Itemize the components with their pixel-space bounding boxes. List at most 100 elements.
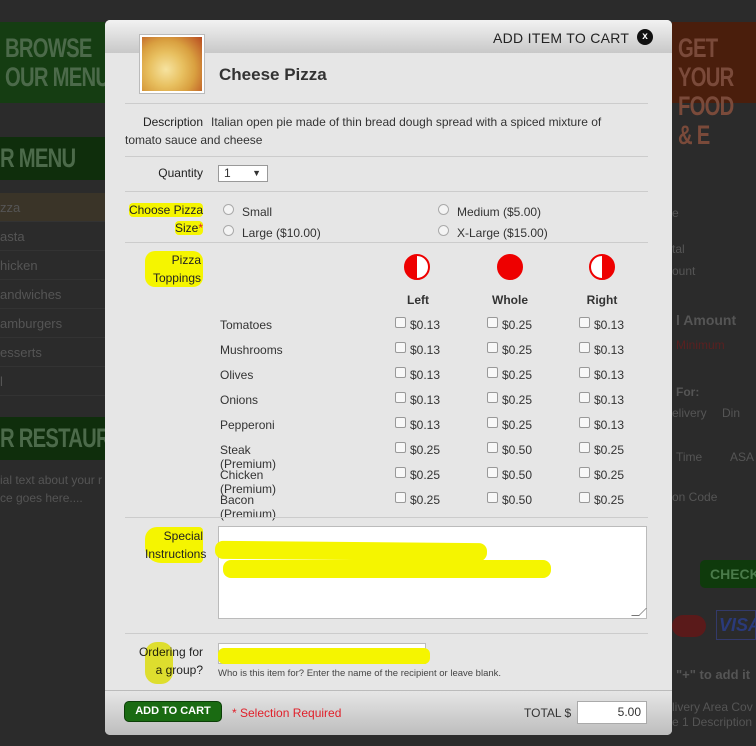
mastercard-icon	[672, 615, 706, 637]
size-large-radio[interactable]	[223, 225, 234, 236]
chevron-down-icon: ▼	[252, 168, 261, 178]
topping-whole-price: $0.25	[502, 418, 533, 432]
whole-icon[interactable]	[497, 254, 523, 280]
text: tal	[672, 242, 685, 256]
right-panel: e tal ount l Amount Minimum For: elivery…	[672, 190, 756, 746]
text: livery Area Cov	[672, 700, 753, 714]
topping-whole-checkbox[interactable]	[487, 417, 498, 428]
size-small-label: Small	[242, 205, 273, 219]
topping-whole-checkbox[interactable]	[487, 442, 498, 453]
required-mark: *	[198, 221, 203, 235]
menu-item[interactable]: andwiches	[0, 280, 105, 309]
text: e	[672, 206, 679, 220]
divider	[125, 517, 648, 518]
topping-left-checkbox[interactable]	[395, 342, 406, 353]
topping-right-price: $0.13	[594, 393, 625, 407]
topping-name: Mushrooms	[220, 343, 283, 357]
topping-name: Steak (Premium)	[220, 443, 276, 471]
left-half-icon[interactable]	[404, 254, 430, 280]
topping-right-checkbox[interactable]	[579, 442, 590, 453]
topping-name: Chicken (Premium)	[220, 468, 276, 496]
topping-whole-price: $0.25	[502, 343, 533, 357]
topping-whole-checkbox[interactable]	[487, 317, 498, 328]
banner-browse-text: BROWSE OUR MENU	[5, 33, 110, 92]
column-left: Left	[407, 293, 429, 307]
highlight-scribble	[214, 540, 488, 562]
topping-left-checkbox[interactable]	[395, 417, 406, 428]
topping-right-checkbox[interactable]	[579, 467, 590, 478]
topping-right-checkbox[interactable]	[579, 317, 590, 328]
description: Description Italian open pie made of thin…	[125, 113, 625, 149]
topping-left-checkbox[interactable]	[395, 367, 406, 378]
visa-icon: VISA	[716, 610, 756, 640]
description-label: Description	[142, 115, 203, 129]
banner-get-food-text: GET YOUR FOOD & E	[678, 33, 734, 150]
menu-item[interactable]: hicken	[0, 251, 105, 280]
menu-item[interactable]: asta	[0, 222, 105, 251]
topping-left-price: $0.25	[410, 443, 441, 457]
topping-left-price: $0.25	[410, 493, 441, 507]
checkout-button[interactable]: CHECK	[700, 560, 756, 588]
add-to-cart-button[interactable]: ADD TO CART	[124, 701, 222, 722]
restaurant-text: ial text about your r ce goes here....	[0, 473, 103, 505]
topping-right-checkbox[interactable]	[579, 342, 590, 353]
size-small-radio[interactable]	[223, 204, 234, 215]
highlight-blob	[145, 642, 173, 684]
close-button[interactable]: x	[637, 29, 653, 45]
topping-left-checkbox[interactable]	[395, 467, 406, 478]
quantity-select[interactable]: 1 ▼	[218, 165, 268, 182]
size-medium-radio[interactable]	[438, 204, 449, 215]
topping-left-checkbox[interactable]	[395, 442, 406, 453]
topping-name: Olives	[220, 368, 254, 382]
divider	[125, 103, 648, 104]
divider	[125, 156, 648, 157]
size-label-line1: Choose Pizza	[128, 203, 203, 217]
size-xlarge-radio[interactable]	[438, 225, 449, 236]
topping-left-checkbox[interactable]	[395, 317, 406, 328]
topping-whole-checkbox[interactable]	[487, 367, 498, 378]
topping-left-price: $0.13	[410, 418, 441, 432]
menu-item[interactable]: esserts	[0, 338, 105, 367]
right-half-icon[interactable]	[589, 254, 615, 280]
menu-item[interactable]: amburgers	[0, 309, 105, 338]
text: For:	[676, 385, 700, 399]
text: "+" to add it	[676, 667, 751, 682]
topping-right-price: $0.25	[594, 493, 625, 507]
size-xlarge-label: X-Large ($15.00)	[457, 226, 548, 240]
topping-right-checkbox[interactable]	[579, 417, 590, 428]
topping-whole-price: $0.25	[502, 393, 533, 407]
topping-right-checkbox[interactable]	[579, 392, 590, 403]
topping-name: Tomatoes	[220, 318, 273, 332]
topping-right-price: $0.13	[594, 318, 625, 332]
modal-title: ADD ITEM TO CART	[493, 30, 630, 46]
topping-left-price: $0.13	[410, 318, 441, 332]
topping-left-checkbox[interactable]	[395, 492, 406, 503]
text: e 1 Description	[672, 715, 753, 729]
topping-left-checkbox[interactable]	[395, 392, 406, 403]
highlight-scribble	[223, 560, 551, 578]
menu-heading: R MENU	[0, 143, 76, 173]
topping-left-price: $0.13	[410, 343, 441, 357]
item-name: Cheese Pizza	[219, 65, 327, 84]
topping-whole-checkbox[interactable]	[487, 342, 498, 353]
topping-whole-checkbox[interactable]	[487, 392, 498, 403]
topping-whole-price: $0.50	[502, 468, 533, 482]
special-instructions-label: Special Instructions	[145, 527, 207, 563]
menu-list: zza asta hicken andwiches amburgers esse…	[0, 193, 105, 396]
menu-item[interactable]: zza	[0, 193, 105, 222]
total-input[interactable]: 5.00	[577, 701, 647, 724]
quantity-value: 1	[224, 166, 231, 180]
topping-right-checkbox[interactable]	[579, 367, 590, 378]
topping-whole-checkbox[interactable]	[487, 492, 498, 503]
topping-whole-checkbox[interactable]	[487, 467, 498, 478]
menu-item[interactable]: l	[0, 367, 105, 396]
topping-right-checkbox[interactable]	[579, 492, 590, 503]
group-hint: Who is this item for? Enter the name of …	[218, 668, 502, 679]
topping-left-price: $0.13	[410, 393, 441, 407]
size-large-label: Large ($10.00)	[242, 226, 321, 240]
text: ASA	[730, 450, 755, 464]
text: elivery	[672, 406, 707, 420]
add-item-modal: ADD ITEM TO CART x Cheese Pizza Descript…	[105, 20, 672, 735]
divider	[125, 242, 648, 243]
topping-right-price: $0.13	[594, 368, 625, 382]
